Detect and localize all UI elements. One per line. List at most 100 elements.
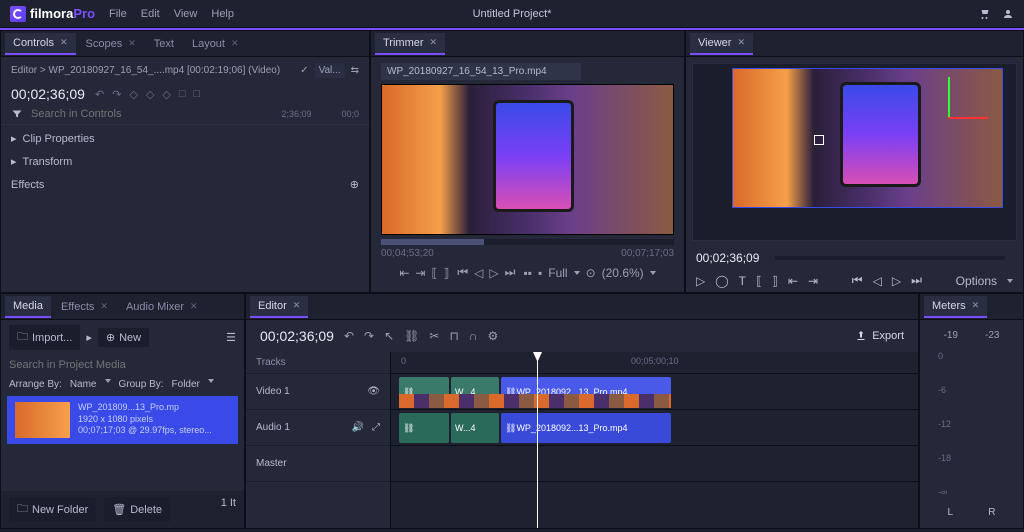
audio-clip[interactable]: ⛓ WP_2018092...13_Pro.mp4 <box>501 413 671 443</box>
tab-scopes[interactable]: Scopes✕ <box>78 34 144 54</box>
viewer-canvas[interactable] <box>692 63 1017 241</box>
viewer-scrubber[interactable] <box>775 256 1005 260</box>
delete-button[interactable]: 🗑Delete <box>104 497 170 522</box>
step-back-icon[interactable]: ◁ <box>474 266 483 280</box>
prev-icon[interactable]: ⏮ <box>852 273 863 288</box>
clip-icon[interactable]: ▪ <box>538 266 542 280</box>
step-back-icon[interactable]: ◁ <box>873 274 882 288</box>
timeline-area[interactable]: 0 00;05;00;10 ⛓ W...4 ⛓ WP_2018092...13_… <box>391 352 918 528</box>
tab-layout[interactable]: Layout✕ <box>184 34 247 54</box>
close-icon[interactable]: ✕ <box>100 301 108 312</box>
controls-timecode[interactable]: 00;02;36;09 <box>11 86 85 102</box>
close-icon[interactable]: ✕ <box>293 300 301 311</box>
trimmer-out-tc[interactable]: 00;07;17;03 <box>621 248 674 259</box>
redo-icon[interactable]: ↷ <box>112 88 121 101</box>
tab-effects[interactable]: Effects✕ <box>53 297 116 317</box>
text-icon[interactable]: T <box>739 274 746 288</box>
play-icon[interactable]: ▷ <box>489 266 498 280</box>
controls-clip-properties[interactable]: ▸Clip Properties <box>1 127 369 150</box>
new-folder-button[interactable]: 🗀New Folder <box>9 497 96 522</box>
tab-editor[interactable]: Editor✕ <box>250 296 308 318</box>
zoom-icon[interactable]: ⊙ <box>586 266 596 280</box>
tab-viewer[interactable]: Viewer✕ <box>690 33 753 55</box>
master-track-header[interactable]: Master <box>246 446 390 482</box>
square-icon[interactable]: □ <box>179 88 186 101</box>
import-button[interactable]: 🗀Import... <box>9 325 80 350</box>
tab-meters[interactable]: Meters✕ <box>924 296 987 318</box>
transform-handle[interactable] <box>814 135 824 145</box>
play-icon[interactable]: ▷ <box>696 274 705 288</box>
undo-icon[interactable]: ↶ <box>344 329 354 343</box>
play-icon[interactable]: ▷ <box>892 274 901 288</box>
controls-transform[interactable]: ▸Transform <box>1 150 369 173</box>
mark-in-icon[interactable]: ⇤ <box>788 274 798 288</box>
close-icon[interactable]: ✕ <box>430 37 438 48</box>
new-button[interactable]: ⊕New <box>98 328 149 347</box>
bracket-icon[interactable]: ⟧ <box>443 266 449 280</box>
undo-icon[interactable]: ↶ <box>95 88 104 101</box>
close-icon[interactable]: ✕ <box>128 38 136 49</box>
chevron-right-icon[interactable]: ▸ <box>86 331 92 344</box>
snap-icon[interactable]: ⊓ <box>449 329 458 343</box>
swap-icon[interactable]: ⇆ <box>351 65 359 76</box>
video-track-header[interactable]: Video 1👁 <box>246 374 390 410</box>
tab-controls[interactable]: Controls✕ <box>5 33 76 55</box>
menu-file[interactable]: File <box>109 8 127 20</box>
tab-text[interactable]: Text <box>146 34 182 54</box>
options-dropdown[interactable]: Options <box>956 274 997 288</box>
close-icon[interactable]: ✕ <box>60 37 68 48</box>
select-tool-icon[interactable]: ↖ <box>384 329 394 343</box>
controls-effects[interactable]: Effects⊕ <box>1 173 369 196</box>
audio-clip[interactable]: ⛓ <box>399 413 449 443</box>
clip-icon[interactable]: ▪▪ <box>523 266 532 280</box>
redo-icon[interactable]: ↷ <box>364 329 374 343</box>
bracket-icon[interactable]: ⟧ <box>772 274 778 288</box>
check-icon[interactable]: ✓ <box>300 65 308 76</box>
user-icon[interactable] <box>1002 8 1014 20</box>
audio-clip[interactable]: W...4 <box>451 413 499 443</box>
viewer-timecode[interactable]: 00;02;36;09 <box>696 251 759 265</box>
group-dropdown[interactable]: Folder <box>172 379 200 390</box>
list-view-icon[interactable]: ☰ <box>226 331 236 344</box>
export-button[interactable]: Export <box>855 330 904 342</box>
next-icon[interactable]: ⏭ <box>911 273 922 288</box>
next-icon[interactable]: ⏭ <box>505 265 516 280</box>
controls-search-input[interactable] <box>31 108 273 120</box>
solo-icon[interactable]: ⤢ <box>372 422 380 433</box>
magnet-icon[interactable]: ∩ <box>469 329 478 343</box>
trimmer-in-tc[interactable]: 00;04;53;20 <box>381 248 434 259</box>
slice-tool-icon[interactable]: ✂ <box>429 329 439 343</box>
playhead[interactable] <box>537 352 538 528</box>
close-icon[interactable]: ✕ <box>737 37 745 48</box>
tab-trimmer[interactable]: Trimmer✕ <box>375 33 445 55</box>
trimmer-scrubber[interactable] <box>381 239 674 245</box>
add-icon[interactable]: ⊕ <box>350 178 359 191</box>
keyframe-icon[interactable]: ◇ <box>146 88 154 101</box>
close-icon[interactable]: ✕ <box>231 38 239 49</box>
filter-icon[interactable] <box>11 108 23 120</box>
square-icon[interactable]: □ <box>193 88 200 101</box>
trimmer-clip-name[interactable]: WP_20180927_16_54_13_Pro.mp4 <box>381 63 581 80</box>
link-icon[interactable]: ⛓ <box>404 329 419 343</box>
mark-out-icon[interactable]: ⇥ <box>808 274 818 288</box>
keyframe-icon[interactable]: ◇ <box>162 88 170 101</box>
value-dropdown[interactable]: Val... <box>315 63 345 78</box>
cart-icon[interactable] <box>978 8 990 20</box>
media-search-input[interactable] <box>9 359 236 371</box>
zoom-value[interactable]: (20.6%) <box>602 266 644 280</box>
bracket-icon[interactable]: ⟦ <box>431 266 437 280</box>
media-item[interactable]: WP_201809...13_Pro.mp 1920 x 1080 pixels… <box>7 396 238 444</box>
mark-out-icon[interactable]: ⇥ <box>415 266 425 280</box>
editor-timecode[interactable]: 00;02;36;09 <box>260 328 334 344</box>
close-icon[interactable]: ✕ <box>190 301 198 312</box>
mute-icon[interactable]: 🔊 <box>352 422 364 433</box>
audio-track-header[interactable]: Audio 1🔊⤢ <box>246 410 390 446</box>
arrange-dropdown[interactable]: Name <box>70 379 97 390</box>
menu-view[interactable]: View <box>174 8 198 20</box>
trimmer-preview[interactable] <box>381 84 674 235</box>
bracket-icon[interactable]: ⟦ <box>756 274 762 288</box>
loop-icon[interactable]: ◯ <box>715 274 728 288</box>
eye-icon[interactable]: 👁 <box>367 386 380 397</box>
menu-help[interactable]: Help <box>211 8 234 20</box>
tab-audio-mixer[interactable]: Audio Mixer✕ <box>118 297 206 317</box>
